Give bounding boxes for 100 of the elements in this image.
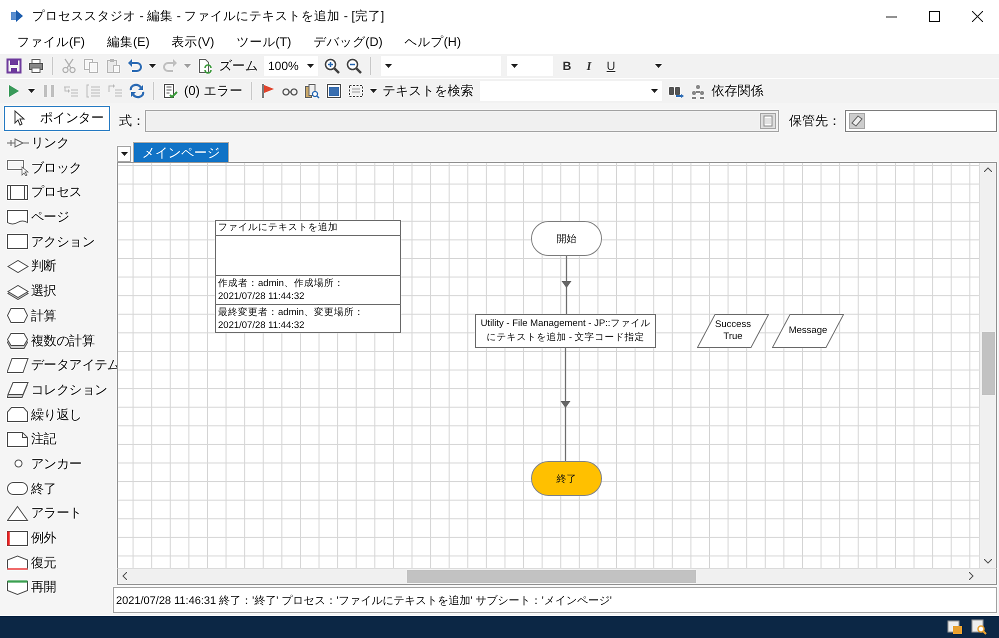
printer-icon[interactable] bbox=[28, 58, 44, 74]
scrollbar-thumb[interactable] bbox=[407, 570, 696, 583]
menu-item[interactable]: デバッグ(D) bbox=[304, 34, 392, 51]
window-search-icon[interactable] bbox=[971, 619, 987, 635]
palette-item[interactable]: アラート bbox=[4, 501, 113, 526]
document-search-icon[interactable] bbox=[304, 83, 320, 99]
scroll-down-icon[interactable] bbox=[984, 558, 992, 564]
store-field[interactable] bbox=[845, 110, 997, 132]
zoom-out-icon[interactable] bbox=[346, 58, 362, 74]
block-icon bbox=[7, 159, 30, 176]
page-refresh-icon[interactable] bbox=[197, 58, 213, 74]
refresh-arrows-icon[interactable] bbox=[129, 83, 145, 99]
stacked-hexagon-icon bbox=[7, 332, 30, 350]
toolbar-label[interactable]: 依存関係 bbox=[712, 82, 764, 100]
caret-icon[interactable] bbox=[370, 89, 376, 93]
caret-icon bbox=[650, 89, 658, 93]
flag-icon[interactable] bbox=[260, 83, 276, 99]
undo-icon[interactable] bbox=[127, 58, 143, 74]
bold-button[interactable]: B bbox=[559, 59, 575, 73]
action-stage: Utility - File Management - JP::ファイルにテキストを追加 - 文字コード指定 bbox=[475, 314, 656, 348]
start-terminal: 開始 bbox=[531, 221, 602, 256]
window-list-icon[interactable] bbox=[947, 619, 963, 635]
palette-item[interactable]: ページ bbox=[4, 204, 113, 230]
data-item-shape bbox=[697, 314, 769, 348]
card-text: 2021/07/28 11:44:32 bbox=[217, 290, 306, 303]
menu-item[interactable]: ファイル(F) bbox=[8, 34, 94, 51]
calculator-icon[interactable] bbox=[760, 112, 776, 129]
resume-icon bbox=[7, 578, 30, 596]
note-icon bbox=[7, 430, 30, 448]
menu-item[interactable]: 表示(V) bbox=[162, 34, 224, 51]
palette-item[interactable]: 注記 bbox=[4, 426, 113, 452]
caret-icon bbox=[307, 64, 314, 68]
page-tab[interactable]: メインページ bbox=[133, 142, 229, 162]
card-title: ファイルにテキストを追加 bbox=[217, 221, 339, 234]
palette-item[interactable]: 計算 bbox=[4, 304, 113, 328]
palette-item[interactable]: 繰り返し bbox=[4, 402, 113, 427]
card-text: 2021/07/28 11:44:32 bbox=[217, 318, 306, 332]
loop-icon bbox=[7, 406, 30, 424]
page-icon bbox=[7, 208, 30, 226]
zoom-in-icon[interactable] bbox=[324, 58, 340, 74]
stacked-parallelogram-icon bbox=[7, 381, 30, 398]
save-icon[interactable] bbox=[6, 58, 22, 74]
caret-icon bbox=[385, 64, 392, 68]
palette-item[interactable]: プロセス bbox=[4, 180, 113, 205]
formula-field[interactable] bbox=[145, 110, 779, 132]
people-icon[interactable] bbox=[690, 83, 706, 99]
palette-item[interactable]: アクション bbox=[4, 229, 113, 254]
palette-item[interactable]: 判断 bbox=[4, 254, 113, 279]
rectangle-icon bbox=[7, 233, 30, 250]
scroll-right-icon[interactable] bbox=[969, 572, 974, 580]
circle-icon bbox=[14, 459, 23, 468]
caret-icon bbox=[511, 64, 518, 68]
zoom-dropdown[interactable]: 100% bbox=[264, 56, 318, 76]
page-menu-button[interactable] bbox=[117, 146, 131, 162]
app-logo-icon bbox=[10, 9, 24, 23]
flow-canvas[interactable]: ファイルにテキストを追加 作成者：admin、作成場所： 2021/07/28 11:44:32 最終変更者：admin、変更場所： 2021/07/28 11:44:32 開始 Utility - File Management - JP::ファイルにテキストを追加 - 文字コード指定 終了 Success True Message bbox=[118, 163, 979, 568]
process-icon bbox=[7, 184, 30, 201]
status-bar: 2021/07/28 11:46:31 終了：'終了' プロセス：'ファイルにテキストを追加' サブシート：'メインページ' bbox=[113, 587, 997, 613]
palette-item[interactable]: ブロック bbox=[4, 155, 113, 180]
formula-label: 式： bbox=[119, 112, 141, 130]
palette-item[interactable]: アンカー bbox=[4, 452, 113, 476]
toolbar-label[interactable]: テキストを検索 bbox=[382, 82, 474, 100]
scrollbar-thumb[interactable] bbox=[982, 332, 994, 396]
scroll-left-icon[interactable] bbox=[122, 572, 127, 580]
checklist-icon[interactable] bbox=[162, 83, 178, 99]
palette-item[interactable]: 再開 bbox=[4, 575, 113, 600]
palette-item[interactable]: 複数の計算 bbox=[4, 328, 113, 353]
underline-button[interactable]: U bbox=[603, 59, 619, 73]
palette-item[interactable]: 例外 bbox=[4, 526, 113, 550]
palette-item[interactable]: 復元 bbox=[4, 550, 113, 576]
caret-icon[interactable] bbox=[149, 64, 156, 68]
vertical-scrollbar[interactable] bbox=[979, 163, 996, 568]
menu-item[interactable]: ツール(T) bbox=[227, 34, 300, 51]
dashed-frame-icon[interactable] bbox=[348, 83, 364, 99]
scroll-up-icon[interactable] bbox=[984, 167, 992, 172]
caret-icon[interactable] bbox=[655, 64, 662, 68]
connector-arrow bbox=[562, 256, 572, 314]
terminal-icon bbox=[7, 480, 30, 498]
menu-item[interactable]: 編集(E) bbox=[98, 34, 159, 51]
exception-icon bbox=[7, 530, 30, 547]
toolbar-label[interactable]: (0) エラー bbox=[184, 82, 242, 100]
italic-button[interactable]: I bbox=[581, 58, 597, 74]
data-item-name: Message bbox=[788, 325, 828, 338]
horizontal-scrollbar[interactable] bbox=[117, 568, 997, 586]
close-icon[interactable] bbox=[972, 10, 983, 22]
palette-item[interactable]: 終了 bbox=[4, 476, 113, 501]
palette-item[interactable]: ポインター bbox=[4, 106, 110, 131]
stacked-diamond-icon bbox=[7, 282, 30, 300]
palette-item[interactable]: コレクション bbox=[4, 378, 113, 402]
data-item-name: Success bbox=[715, 319, 751, 332]
window-icon[interactable] bbox=[326, 83, 342, 99]
card-text: 最終変更者：admin、変更場所： bbox=[217, 306, 365, 319]
store-label: 保管先： bbox=[789, 112, 841, 130]
palette-item[interactable]: 選択 bbox=[4, 278, 113, 304]
maximize-icon[interactable] bbox=[929, 10, 940, 22]
caret-icon[interactable] bbox=[28, 89, 35, 93]
eraser-icon[interactable] bbox=[849, 112, 865, 129]
palette-item[interactable]: リンク bbox=[4, 130, 113, 156]
menu-item[interactable]: ヘルプ(H) bbox=[396, 34, 470, 51]
toolbar-label[interactable]: ズーム bbox=[219, 57, 258, 75]
